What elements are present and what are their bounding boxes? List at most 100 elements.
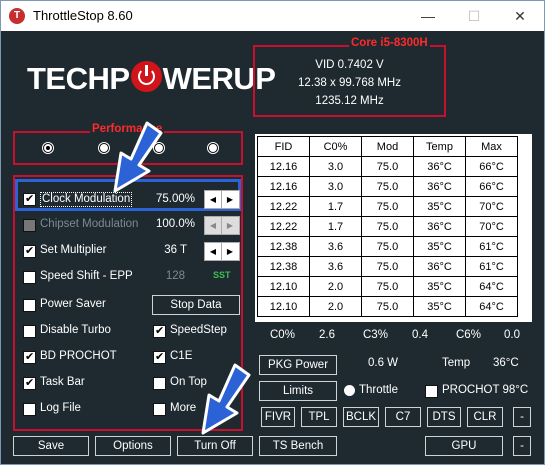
c1e-checkbox[interactable] bbox=[153, 350, 166, 364]
disable-turbo-label[interactable]: Disable Turbo bbox=[40, 324, 111, 336]
spin-left-icon[interactable]: ◀ bbox=[205, 191, 222, 208]
spin-right-icon[interactable]: ▶ bbox=[222, 243, 238, 260]
table-cell: 36°C bbox=[413, 256, 466, 277]
more-checkbox[interactable] bbox=[153, 403, 166, 416]
table-cell: 1.7 bbox=[309, 196, 362, 217]
fivr-button[interactable]: FIVR bbox=[261, 407, 295, 427]
c3-label: C3% bbox=[363, 329, 388, 341]
log-file-checkbox[interactable] bbox=[23, 403, 36, 416]
on-top-checkbox[interactable] bbox=[153, 377, 166, 390]
speedstep-checkbox[interactable] bbox=[153, 324, 166, 338]
clr-button[interactable]: CLR bbox=[467, 407, 503, 427]
speed-shift-checkbox[interactable] bbox=[23, 271, 36, 284]
table-cell: 35°C bbox=[413, 196, 466, 217]
table-cell: 64°C bbox=[465, 276, 518, 297]
fid-grid: FID C0% Mod Temp Max 12.16 3.0 75.0 36°C 66°… bbox=[257, 136, 518, 317]
limits-button[interactable]: Limits bbox=[259, 381, 337, 401]
table-cell: 2.0 bbox=[309, 296, 362, 317]
options-button[interactable]: Options bbox=[95, 436, 171, 456]
bottom-dash-button[interactable]: - bbox=[513, 436, 531, 456]
temp-value: 36°C bbox=[493, 357, 519, 369]
spin-right-icon[interactable]: ▶ bbox=[222, 191, 238, 208]
table-row: 12.16 3.0 75.0 36°C 66°C bbox=[257, 176, 518, 197]
spin-left-icon[interactable]: ◀ bbox=[205, 217, 222, 234]
prochot-checkbox[interactable] bbox=[425, 385, 438, 398]
speedstep-label[interactable]: SpeedStep bbox=[170, 324, 227, 336]
maximize-button[interactable]: ☐ bbox=[451, 1, 497, 31]
ts-bench-button[interactable]: TS Bench bbox=[259, 436, 337, 456]
power-saver-label[interactable]: Power Saver bbox=[40, 298, 106, 310]
cpu-info-box: VID 0.7402 V 12.38 x 99.768 MHz 1235.12 … bbox=[253, 45, 446, 117]
profile-radio-1[interactable] bbox=[43, 143, 53, 153]
pointer-arrow-icon bbox=[113, 121, 163, 193]
cpu-model-title: Core i5-8300H bbox=[349, 37, 430, 49]
c0-label: C0% bbox=[270, 329, 295, 341]
title-bar[interactable]: T ThrottleStop 8.60 — ☐ ✕ bbox=[1, 1, 544, 31]
c7-button[interactable]: C7 bbox=[385, 407, 421, 427]
app-window: T ThrottleStop 8.60 — ☐ ✕ TECHP WERUP VID… bbox=[0, 0, 545, 465]
log-file-label[interactable]: Log File bbox=[40, 402, 81, 414]
chipset-modulation-checkbox[interactable] bbox=[23, 219, 36, 232]
spin-right-icon[interactable]: ▶ bbox=[222, 217, 238, 234]
set-multiplier-label[interactable]: Set Multiplier bbox=[40, 244, 106, 256]
bclk-button[interactable]: BCLK bbox=[343, 407, 379, 427]
table-cell: 75.0 bbox=[361, 176, 414, 197]
stop-data-button[interactable]: Stop Data bbox=[152, 295, 240, 315]
table-cell: 12.10 bbox=[257, 296, 310, 317]
window-title: ThrottleStop 8.60 bbox=[33, 8, 133, 23]
profile-radio-4[interactable] bbox=[208, 143, 218, 153]
table-row: 12.10 2.0 75.0 35°C 64°C bbox=[257, 296, 518, 317]
table-header-cell: Mod bbox=[361, 136, 414, 157]
c0-value: 2.6 bbox=[319, 329, 335, 341]
table-cell: 12.22 bbox=[257, 216, 310, 237]
disable-turbo-checkbox[interactable] bbox=[23, 325, 36, 338]
speed-shift-label[interactable]: Speed Shift - EPP bbox=[40, 270, 133, 282]
task-bar-label[interactable]: Task Bar bbox=[40, 376, 85, 388]
set-multiplier-spinner[interactable]: ◀ ▶ bbox=[204, 242, 240, 261]
chipset-modulation-spinner[interactable]: ◀ ▶ bbox=[204, 216, 240, 235]
close-button[interactable]: ✕ bbox=[497, 1, 543, 31]
pkg-power-value: 0.6 W bbox=[368, 357, 399, 369]
table-cell: 35°C bbox=[413, 276, 466, 297]
tpl-button[interactable]: TPL bbox=[301, 407, 337, 427]
cpu-multiplier-line: 12.38 x 99.768 MHz bbox=[298, 77, 401, 89]
bd-prochot-checkbox[interactable] bbox=[23, 350, 36, 364]
temp-label: Temp bbox=[442, 357, 471, 369]
set-multiplier-checkbox[interactable] bbox=[23, 244, 36, 258]
bd-prochot-label[interactable]: BD PROCHOT bbox=[40, 350, 117, 362]
dts-button[interactable]: DTS bbox=[427, 407, 461, 427]
table-cell: 3.0 bbox=[309, 156, 362, 177]
throttle-label: Throttle bbox=[359, 384, 398, 396]
speed-shift-value: 128 bbox=[165, 270, 185, 282]
power-icon bbox=[130, 61, 162, 92]
table-cell: 75.0 bbox=[361, 156, 414, 177]
table-cell: 64°C bbox=[465, 296, 518, 317]
table-cell: 75.0 bbox=[361, 236, 414, 257]
table-cell: 75.0 bbox=[361, 196, 414, 217]
table-cell: 36°C bbox=[413, 156, 466, 177]
task-bar-checkbox[interactable] bbox=[23, 376, 36, 390]
chipset-modulation-value: 100.0% bbox=[155, 218, 195, 230]
table-cell: 35°C bbox=[413, 236, 466, 257]
clock-modulation-spinner[interactable]: ◀ ▶ bbox=[204, 190, 240, 209]
techpowerup-logo: TECHP WERUP bbox=[27, 61, 276, 96]
set-multiplier-value: 36 T bbox=[164, 244, 187, 256]
main-panel: TECHP WERUP VID 0.7402 V 12.38 x 99.768 M… bbox=[1, 31, 544, 464]
table-row: 12.22 1.7 75.0 35°C 70°C bbox=[257, 196, 518, 217]
cpu-vid: VID 0.7402 V bbox=[315, 59, 384, 71]
throttle-indicator bbox=[345, 386, 354, 395]
table-cell: 12.22 bbox=[257, 196, 310, 217]
tools-dash-button[interactable]: - bbox=[513, 407, 531, 427]
table-row: 12.38 3.6 75.0 36°C 61°C bbox=[257, 256, 518, 277]
pkg-power-button[interactable]: PKG Power bbox=[259, 355, 337, 375]
clock-modulation-checkbox[interactable] bbox=[23, 192, 36, 206]
cpu-frequency: 1235.12 MHz bbox=[315, 95, 384, 107]
table-cell: 12.16 bbox=[257, 176, 310, 197]
spin-left-icon[interactable]: ◀ bbox=[205, 243, 222, 260]
save-button[interactable]: Save bbox=[13, 436, 89, 456]
power-saver-checkbox[interactable] bbox=[23, 299, 36, 312]
minimize-button[interactable]: — bbox=[405, 1, 451, 31]
table-cell: 70°C bbox=[465, 196, 518, 217]
table-cell: 70°C bbox=[465, 216, 518, 237]
gpu-button[interactable]: GPU bbox=[425, 436, 503, 456]
